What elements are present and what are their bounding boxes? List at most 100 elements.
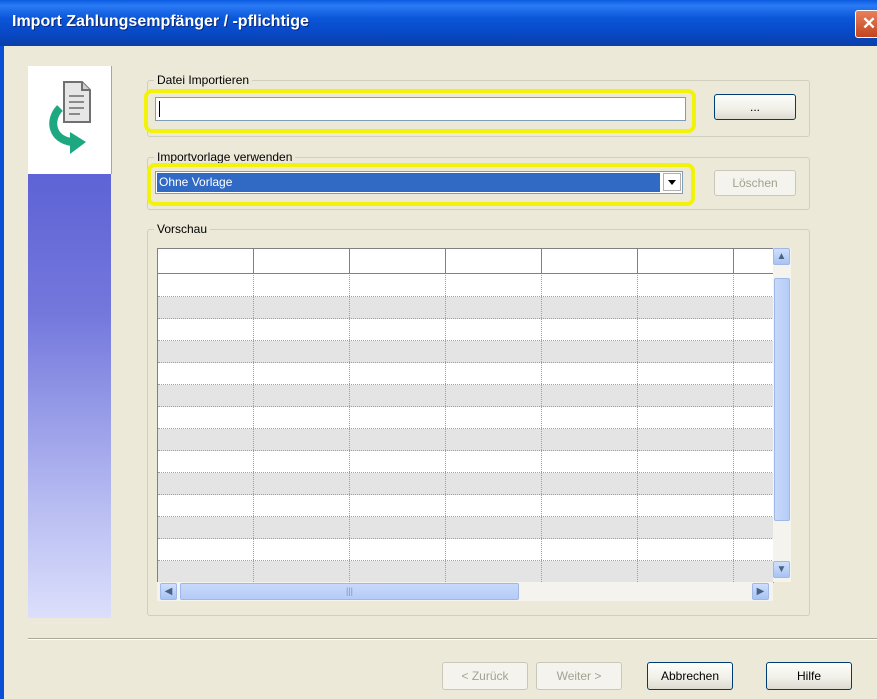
cell-divider xyxy=(253,473,254,494)
cell-divider xyxy=(733,341,734,362)
cell-divider xyxy=(733,429,734,450)
scroll-up-icon[interactable]: ▲ xyxy=(773,248,790,265)
table-row[interactable] xyxy=(158,517,774,539)
cell-divider xyxy=(733,517,734,538)
close-button[interactable]: ✕ xyxy=(855,10,877,38)
back-button[interactable]: < Zurück xyxy=(442,662,528,690)
cell-divider xyxy=(637,407,638,428)
table-row[interactable] xyxy=(158,473,774,495)
delete-template-button[interactable]: Löschen xyxy=(714,170,796,196)
cell-divider xyxy=(733,363,734,384)
cell-divider xyxy=(253,275,254,296)
column-header[interactable] xyxy=(734,249,774,274)
wizard-side-panel xyxy=(28,66,112,618)
cancel-button[interactable]: Abbrechen xyxy=(647,662,733,690)
cell-divider xyxy=(637,363,638,384)
cell-divider xyxy=(445,495,446,516)
browse-button[interactable]: ... xyxy=(714,94,796,120)
window-frame xyxy=(0,46,4,699)
table-row[interactable] xyxy=(158,429,774,451)
table-row[interactable] xyxy=(158,539,774,561)
cell-divider xyxy=(349,341,350,362)
cell-divider xyxy=(349,451,350,472)
cell-divider xyxy=(445,319,446,340)
template-select[interactable]: Ohne Vorlage xyxy=(155,171,683,194)
cell-divider xyxy=(349,407,350,428)
vertical-scrollbar[interactable]: ▲ ▼ xyxy=(773,248,791,582)
cell-divider xyxy=(637,275,638,296)
next-button[interactable]: Weiter > xyxy=(536,662,622,690)
cell-divider xyxy=(253,297,254,318)
horizontal-scrollbar[interactable]: ◀ ||| ▶ xyxy=(157,582,773,601)
file-path-input[interactable] xyxy=(155,97,686,121)
cell-divider xyxy=(637,539,638,560)
cell-divider xyxy=(253,451,254,472)
scroll-right-icon[interactable]: ▶ xyxy=(752,583,769,600)
cell-divider xyxy=(733,297,734,318)
scroll-down-icon[interactable]: ▼ xyxy=(773,561,790,578)
table-row[interactable] xyxy=(158,495,774,517)
template-selected-value: Ohne Vorlage xyxy=(157,173,660,192)
cell-divider xyxy=(349,561,350,582)
preview-grid[interactable] xyxy=(157,248,774,583)
table-row[interactable] xyxy=(158,275,774,297)
cell-divider xyxy=(637,451,638,472)
column-header[interactable] xyxy=(542,249,638,274)
document-import-arrow-icon xyxy=(49,81,91,154)
table-row[interactable] xyxy=(158,319,774,341)
cell-divider xyxy=(733,385,734,406)
cell-divider xyxy=(733,407,734,428)
cell-divider xyxy=(733,275,734,296)
cell-divider xyxy=(637,495,638,516)
title-bar: Import Zahlungsempfänger / -pflichtige ✕ xyxy=(0,0,877,46)
cell-divider xyxy=(637,385,638,406)
cell-divider xyxy=(637,561,638,582)
table-row[interactable] xyxy=(158,561,774,583)
cell-divider xyxy=(541,451,542,472)
cell-divider xyxy=(733,561,734,582)
cell-divider xyxy=(253,385,254,406)
cell-divider xyxy=(541,297,542,318)
column-header[interactable] xyxy=(446,249,542,274)
column-header[interactable] xyxy=(350,249,446,274)
cell-divider xyxy=(349,297,350,318)
cell-divider xyxy=(349,539,350,560)
cell-divider xyxy=(733,451,734,472)
vertical-scroll-thumb[interactable] xyxy=(774,278,790,521)
table-row[interactable] xyxy=(158,341,774,363)
cell-divider xyxy=(253,429,254,450)
table-row[interactable] xyxy=(158,451,774,473)
column-header[interactable] xyxy=(254,249,350,274)
table-row[interactable] xyxy=(158,363,774,385)
column-header[interactable] xyxy=(638,249,734,274)
horizontal-scroll-thumb[interactable]: ||| xyxy=(180,583,519,600)
table-row[interactable] xyxy=(158,385,774,407)
footer-divider xyxy=(28,638,877,640)
cell-divider xyxy=(733,473,734,494)
cell-divider xyxy=(445,275,446,296)
cell-divider xyxy=(445,429,446,450)
table-row[interactable] xyxy=(158,407,774,429)
cell-divider xyxy=(445,451,446,472)
cell-divider xyxy=(445,407,446,428)
column-header[interactable] xyxy=(158,249,254,274)
scroll-left-icon[interactable]: ◀ xyxy=(160,583,177,600)
cell-divider xyxy=(349,495,350,516)
help-button[interactable]: Hilfe xyxy=(766,662,852,690)
cell-divider xyxy=(637,429,638,450)
cell-divider xyxy=(445,363,446,384)
table-row[interactable] xyxy=(158,297,774,319)
window-title: Import Zahlungsempfänger / -pflichtige xyxy=(12,13,309,30)
cell-divider xyxy=(541,363,542,384)
cell-divider xyxy=(541,407,542,428)
cell-divider xyxy=(253,539,254,560)
cell-divider xyxy=(349,429,350,450)
cell-divider xyxy=(445,473,446,494)
cell-divider xyxy=(253,407,254,428)
cell-divider xyxy=(253,341,254,362)
cell-divider xyxy=(541,517,542,538)
cell-divider xyxy=(637,341,638,362)
cell-divider xyxy=(733,495,734,516)
cell-divider xyxy=(349,319,350,340)
chevron-down-icon[interactable] xyxy=(663,173,681,191)
